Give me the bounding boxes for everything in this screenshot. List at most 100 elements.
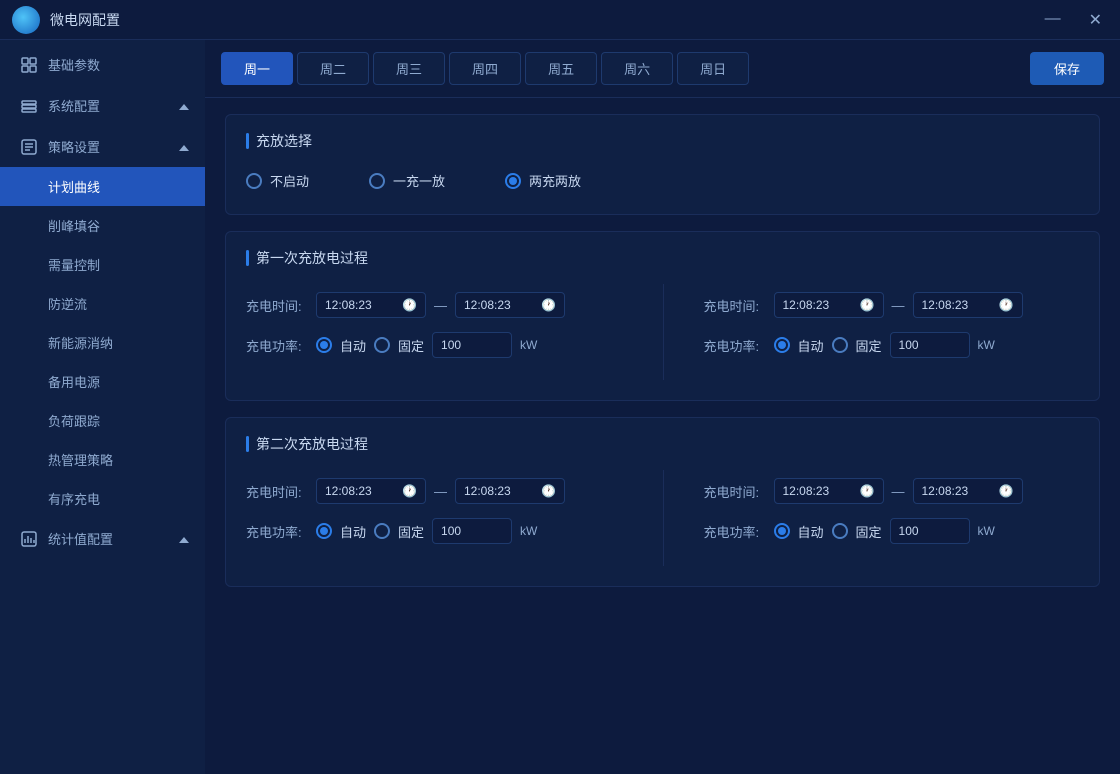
first-left-fixed-radio[interactable]: 固定 — [374, 336, 424, 355]
content-area: 充放选择 不启动 一充一放 两充两放 — [205, 98, 1120, 774]
first-left-power-unit: kW — [520, 338, 537, 352]
first-right-time-row: 充电时间: 12:08:23 🕐 — 12:08:23 🕐 — [704, 292, 1060, 318]
sidebar-sub-item-load[interactable]: 负荷跟踪 — [0, 401, 205, 440]
clock-icon-7: 🕐 — [860, 484, 875, 498]
first-left-dash: — — [434, 298, 447, 313]
second-left-power-label: 充电功率: — [246, 522, 308, 541]
second-left-auto-outer — [316, 523, 332, 539]
second-right-dash: — — [892, 484, 905, 499]
radio-one-cycle-outer — [369, 173, 385, 189]
first-right-time-end[interactable]: 12:08:23 🕐 — [913, 292, 1023, 318]
first-left-power-row: 充电功率: 自动 固定 — [246, 332, 643, 358]
app-title: 微电网配置 — [50, 10, 1039, 30]
sidebar-item-stats[interactable]: 统计值配置 — [0, 518, 205, 559]
first-left-power-label: 充电功率: — [246, 336, 308, 355]
second-process-grid: 充电时间: 12:08:23 🕐 — 12:08:23 🕐 — [246, 470, 1079, 566]
system-icon — [20, 97, 38, 115]
tab-tuesday[interactable]: 周二 — [297, 52, 369, 85]
window-controls: — ✕ — [1039, 8, 1108, 32]
sidebar-sub-item-anti[interactable]: 防逆流 — [0, 284, 205, 323]
second-process-left: 充电时间: 12:08:23 🕐 — 12:08:23 🕐 — [246, 470, 663, 566]
tab-wednesday[interactable]: 周三 — [373, 52, 445, 85]
minimize-button[interactable]: — — [1039, 8, 1067, 32]
second-left-time-start[interactable]: 12:08:23 🕐 — [316, 478, 426, 504]
sidebar-label-basic: 基础参数 — [48, 55, 100, 74]
tab-friday[interactable]: 周五 — [525, 52, 597, 85]
titlebar: 微电网配置 — ✕ — [0, 0, 1120, 40]
tab-monday[interactable]: 周一 — [221, 52, 293, 85]
grid-icon — [20, 56, 38, 74]
first-right-dash: — — [892, 298, 905, 313]
main-content: 周一 周二 周三 周四 周五 周六 周日 保存 — [205, 40, 1120, 774]
first-right-power-row: 充电功率: 自动 固定 — [704, 332, 1060, 358]
second-right-power-input[interactable] — [890, 518, 970, 544]
clock-icon-1: 🕐 — [402, 298, 417, 312]
sidebar-label-stats: 统计值配置 — [48, 529, 113, 548]
second-right-time-end[interactable]: 12:08:23 🕐 — [913, 478, 1023, 504]
tab-saturday[interactable]: 周六 — [601, 52, 673, 85]
first-process-right: 充电时间: 12:08:23 🕐 — 12:08:23 🕐 — [663, 284, 1080, 380]
second-left-auto-radio[interactable]: 自动 — [316, 522, 366, 541]
radio-two-cycle-inner — [509, 177, 517, 185]
second-right-power-unit: kW — [978, 524, 995, 538]
sidebar-sub-item-backup[interactable]: 备用电源 — [0, 362, 205, 401]
sidebar-sub-item-thermal[interactable]: 热管理策略 — [0, 440, 205, 479]
sidebar-sub-item-newenergy[interactable]: 新能源消纳 — [0, 323, 205, 362]
sidebar-label-strategy: 策略设置 — [48, 137, 100, 156]
first-right-fixed-outer — [832, 337, 848, 353]
charge-radio-group: 不启动 一充一放 两充两放 — [246, 167, 1079, 194]
sidebar: 基础参数 系统配置 策略设置 — [0, 40, 205, 774]
first-process-title: 第一次充放电过程 — [246, 248, 1079, 268]
stats-icon — [20, 530, 38, 548]
radio-no-start[interactable]: 不启动 — [246, 171, 309, 190]
sidebar-sub-item-peak[interactable]: 削峰填谷 — [0, 206, 205, 245]
first-right-auto-radio[interactable]: 自动 — [774, 336, 824, 355]
close-button[interactable]: ✕ — [1083, 8, 1108, 32]
second-right-fixed-outer — [832, 523, 848, 539]
sidebar-item-strategy[interactable]: 策略设置 — [0, 126, 205, 167]
tab-sunday[interactable]: 周日 — [677, 52, 749, 85]
first-process-left: 充电时间: 12:08:23 🕐 — 12:08:23 🕐 — [246, 284, 663, 380]
app-logo — [12, 6, 40, 34]
second-right-time-row: 充电时间: 12:08:23 🕐 — 12:08:23 🕐 — [704, 478, 1060, 504]
clock-icon-4: 🕐 — [999, 298, 1014, 312]
strategy-icon — [20, 138, 38, 156]
first-right-power-label: 充电功率: — [704, 336, 766, 355]
save-button[interactable]: 保存 — [1030, 52, 1104, 85]
radio-two-cycle[interactable]: 两充两放 — [505, 171, 581, 190]
first-right-power-unit: kW — [978, 338, 995, 352]
second-right-auto-radio[interactable]: 自动 — [774, 522, 824, 541]
second-right-fixed-radio[interactable]: 固定 — [832, 522, 882, 541]
first-left-time-end[interactable]: 12:08:23 🕐 — [455, 292, 565, 318]
second-right-time-start[interactable]: 12:08:23 🕐 — [774, 478, 884, 504]
first-right-fixed-radio[interactable]: 固定 — [832, 336, 882, 355]
second-left-fixed-outer — [374, 523, 390, 539]
first-left-time-label: 充电时间: — [246, 296, 308, 315]
second-right-auto-outer — [774, 523, 790, 539]
sidebar-sub-item-plan[interactable]: 计划曲线 — [0, 167, 205, 206]
second-left-power-row: 充电功率: 自动 固定 — [246, 518, 643, 544]
second-left-fixed-radio[interactable]: 固定 — [374, 522, 424, 541]
sidebar-item-basic[interactable]: 基础参数 — [0, 44, 205, 85]
tab-thursday[interactable]: 周四 — [449, 52, 521, 85]
first-process-grid: 充电时间: 12:08:23 🕐 — 12:08:23 🕐 — [246, 284, 1079, 380]
clock-icon-6: 🕐 — [541, 484, 556, 498]
sidebar-item-system[interactable]: 系统配置 — [0, 85, 205, 126]
first-left-power-input[interactable] — [432, 332, 512, 358]
sidebar-label-system: 系统配置 — [48, 96, 100, 115]
first-right-time-start[interactable]: 12:08:23 🕐 — [774, 292, 884, 318]
sidebar-sub-item-ordered[interactable]: 有序充电 — [0, 479, 205, 518]
first-left-auto-radio[interactable]: 自动 — [316, 336, 366, 355]
sidebar-sub-item-demand[interactable]: 需量控制 — [0, 245, 205, 284]
second-right-time-label: 充电时间: — [704, 482, 766, 501]
clock-icon-2: 🕐 — [541, 298, 556, 312]
first-right-power-input[interactable] — [890, 332, 970, 358]
second-process-right: 充电时间: 12:08:23 🕐 — 12:08:23 🕐 — [663, 470, 1080, 566]
app-layout: 基础参数 系统配置 策略设置 — [0, 40, 1120, 774]
second-left-power-unit: kW — [520, 524, 537, 538]
second-left-time-end[interactable]: 12:08:23 🕐 — [455, 478, 565, 504]
radio-one-cycle[interactable]: 一充一放 — [369, 171, 445, 190]
first-left-time-start[interactable]: 12:08:23 🕐 — [316, 292, 426, 318]
first-left-auto-outer — [316, 337, 332, 353]
second-left-power-input[interactable] — [432, 518, 512, 544]
